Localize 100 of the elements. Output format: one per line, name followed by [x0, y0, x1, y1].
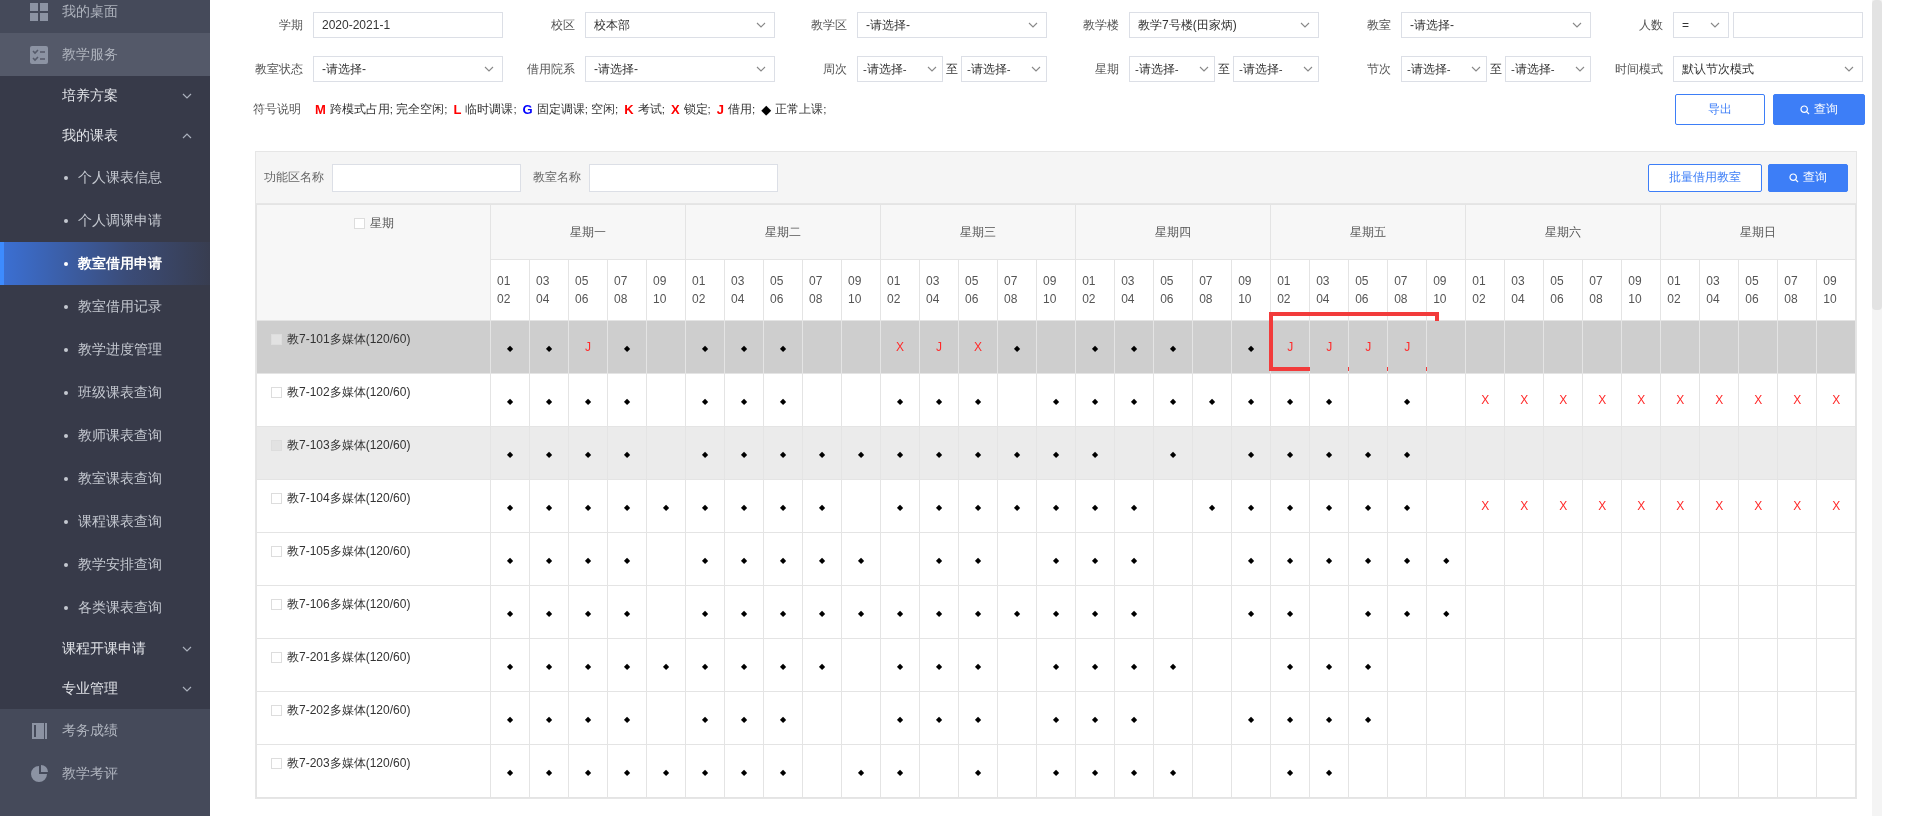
sidebar-link[interactable]: 教室借用记录 — [0, 285, 210, 328]
sidebar-menu-item[interactable]: 我的桌面 — [0, 0, 210, 33]
sidebar-link[interactable]: 教室课表查询 — [0, 457, 210, 500]
select-field[interactable]: -请选择- — [857, 12, 1047, 38]
checkbox[interactable] — [271, 758, 282, 769]
checkbox[interactable] — [271, 599, 282, 610]
search-label: 功能区名称 — [264, 169, 324, 186]
schedule-mark: ◆ — [779, 768, 787, 777]
sidebar-link[interactable]: 教室借用申请 — [0, 242, 210, 285]
legend-symbol: G — [522, 102, 533, 117]
filter-label: 教学楼 — [1082, 16, 1119, 34]
schedule-mark: ◆ — [1092, 715, 1099, 724]
select-field[interactable]: 校本部 — [585, 12, 775, 38]
search-field[interactable] — [589, 163, 778, 192]
schedule-mark: ◆ — [740, 503, 748, 512]
checkbox[interactable] — [271, 652, 282, 663]
schedule-mark: ◆ — [662, 503, 670, 512]
operator-select[interactable]: = — [1673, 12, 1729, 38]
legend-text: 锁定; — [683, 102, 711, 117]
room-name: 教7-203多媒体(120/60) — [287, 755, 411, 772]
schedule-mark: ◆ — [1014, 344, 1021, 353]
schedule-mark: X — [1598, 499, 1607, 513]
sidebar-submenu-item[interactable]: 我的课表 — [0, 116, 210, 156]
filter-label: 借用院系 — [526, 60, 575, 78]
select-field[interactable]: 教学7号楼(田家炳) — [1129, 12, 1319, 38]
schedule-mark: ◆ — [701, 715, 709, 724]
sidebar-link[interactable]: 教学安排查询 — [0, 543, 210, 586]
schedule-mark: ◆ — [975, 662, 982, 671]
range-separator: 至 — [945, 60, 959, 78]
sidebar-submenu-item[interactable]: 培养方案 — [0, 76, 210, 116]
chevron-icon — [927, 66, 937, 72]
checkbox[interactable] — [271, 546, 282, 557]
search-button[interactable]: 查询 — [1768, 163, 1848, 192]
select-field[interactable]: -请选择- — [585, 56, 775, 82]
number-field[interactable] — [1733, 12, 1863, 38]
schedule-mark: X — [1520, 393, 1529, 407]
schedule-mark: ◆ — [975, 397, 982, 406]
sidebar-submenu-item[interactable]: 专业管理 — [0, 669, 210, 709]
schedule-mark: ◆ — [975, 715, 982, 724]
select-field[interactable]: -请选择- — [1129, 56, 1215, 82]
schedule-mark: ◆ — [1365, 715, 1372, 724]
schedule-mark: J — [1365, 340, 1372, 354]
sidebar-menu-item[interactable]: 考务成绩 — [0, 709, 210, 752]
search-field[interactable] — [332, 163, 521, 192]
schedule-mark: ◆ — [740, 662, 748, 671]
checkbox[interactable] — [271, 705, 282, 716]
period-header: 09 10 — [841, 259, 881, 321]
search-icon — [1789, 172, 1799, 183]
checkbox[interactable] — [271, 493, 282, 504]
schedule-mark: ◆ — [1326, 715, 1333, 724]
select-field[interactable]: -请选择- — [857, 56, 943, 82]
period-header: 09 10 — [1426, 259, 1466, 321]
sidebar-link[interactable]: 课程课表查询 — [0, 500, 210, 543]
export-button[interactable]: 导出 — [1675, 94, 1765, 125]
search-button[interactable]: 查询 — [1773, 94, 1865, 125]
schedule-mark: ◆ — [545, 450, 553, 459]
checkbox[interactable] — [271, 387, 282, 398]
schedule-mark: X — [1637, 499, 1646, 513]
select-field[interactable]: -请选择- — [961, 56, 1047, 82]
schedule-mark: ◆ — [897, 662, 904, 671]
checklist-icon — [30, 45, 48, 64]
sidebar-link[interactable]: 教师课表查询 — [0, 414, 210, 457]
schedule-mark: ◆ — [623, 715, 631, 724]
sidebar-submenu-item[interactable]: 课程开课申请 — [0, 629, 210, 669]
chevron-icon — [484, 66, 494, 72]
select-field[interactable]: -请选择- — [1401, 12, 1591, 38]
schedule-mark: ◆ — [662, 768, 670, 777]
batch-borrow-button[interactable]: 批量借用教室 — [1648, 163, 1762, 192]
select-field[interactable]: -请选择- — [313, 56, 503, 82]
sidebar-link[interactable]: 教学进度管理 — [0, 328, 210, 371]
checkbox[interactable] — [353, 218, 365, 229]
select-field[interactable]: -请选择- — [1401, 56, 1487, 82]
legend-text: 考试; — [637, 102, 665, 117]
schedule-mark: X — [1559, 499, 1568, 513]
schedule-mark: ◆ — [975, 768, 982, 777]
schedule-mark: ◆ — [779, 556, 787, 565]
legend-symbol: L — [453, 102, 462, 117]
schedule-mark: ◆ — [897, 450, 904, 459]
sidebar-link[interactable]: 个人课表信息 — [0, 156, 210, 199]
schedule-mark: ◆ — [1404, 397, 1411, 406]
sidebar-menu-item[interactable]: 教学考评 — [0, 752, 210, 795]
schedule-mark: ◆ — [1131, 662, 1138, 671]
schedule-mark: ◆ — [740, 609, 748, 618]
schedule-mark: ◆ — [779, 662, 787, 671]
chevron-icon — [182, 133, 192, 139]
schedule-mark: ◆ — [936, 715, 943, 724]
sidebar-link[interactable]: 个人调课申请 — [0, 199, 210, 242]
sidebar-link[interactable]: 各类课表查询 — [0, 586, 210, 629]
text-field[interactable]: 2020-2021-1 — [313, 12, 503, 38]
schedule-mark: ◆ — [584, 662, 592, 671]
sidebar-link[interactable]: 班级课表查询 — [0, 371, 210, 414]
scrollbar[interactable] — [1872, 0, 1882, 816]
schedule-mark: ◆ — [584, 715, 592, 724]
select-field[interactable]: -请选择- — [1233, 56, 1319, 82]
room-name: 教7-104多媒体(120/60) — [287, 490, 411, 507]
select-field[interactable]: 默认节次模式 — [1673, 56, 1863, 82]
filter-label: 学期 — [278, 16, 303, 34]
filter-label: 教室 — [1366, 16, 1391, 34]
schedule-mark: ◆ — [545, 344, 553, 353]
select-field[interactable]: -请选择- — [1505, 56, 1591, 82]
